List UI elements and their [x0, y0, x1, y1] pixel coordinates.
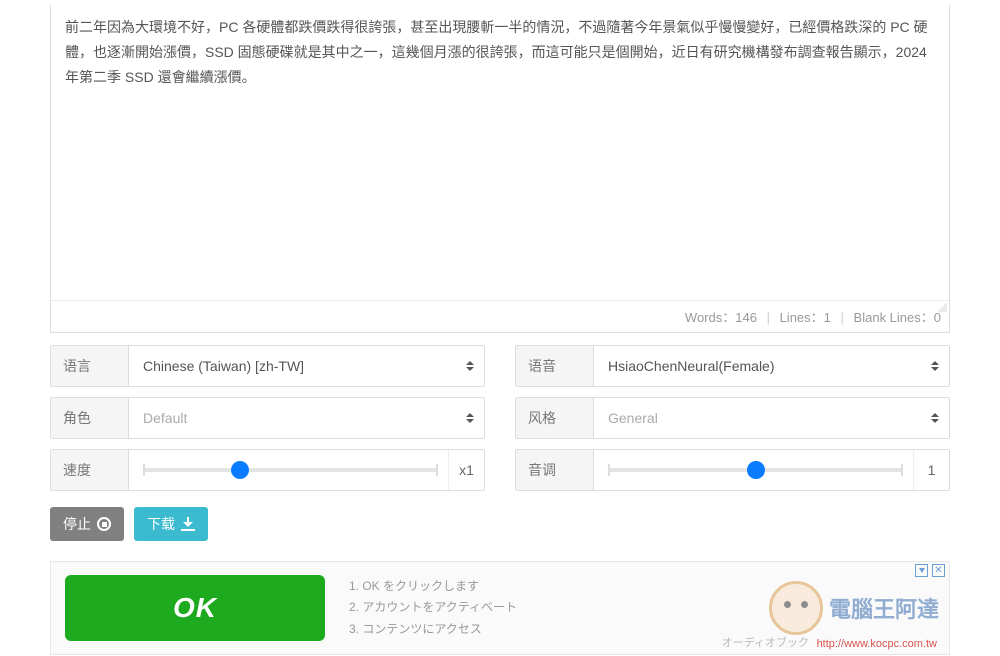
language-label: 语言	[51, 346, 129, 386]
role-label: 角色	[51, 398, 129, 438]
watermark-url: http://www.kocpc.com.tw	[817, 638, 937, 650]
speed-slider-thumb[interactable]	[231, 461, 249, 479]
role-select[interactable]: 角色 Default	[50, 397, 485, 439]
ad-close-icon[interactable]: ✕	[932, 564, 945, 577]
text-input[interactable]	[51, 5, 949, 295]
text-input-panel: Words：146 | Lines：1 | Blank Lines：0	[50, 5, 950, 333]
language-value: Chinese (Taiwan) [zh-TW]	[143, 358, 304, 374]
voice-value: HsiaoChenNeural(Female)	[608, 358, 775, 374]
voice-select[interactable]: 语音 HsiaoChenNeural(Female)	[515, 345, 950, 387]
ad-footer-text: オーディオブック	[722, 634, 809, 650]
lines-label: Lines：	[780, 310, 824, 325]
stop-icon	[97, 517, 111, 531]
chevron-updown-icon	[466, 361, 474, 371]
speed-slider-row: 速度 x1	[50, 449, 485, 491]
style-value: General	[608, 410, 658, 426]
words-label: Words：	[685, 310, 735, 325]
speed-label: 速度	[51, 450, 129, 490]
ad-step-3: 3. コンテンツにアクセス	[349, 619, 517, 641]
lines-value: 1	[824, 310, 831, 325]
resize-handle-icon[interactable]	[937, 302, 947, 312]
download-label: 下载	[147, 514, 175, 534]
chevron-updown-icon	[466, 413, 474, 423]
style-label: 风格	[516, 398, 594, 438]
words-value: 146	[735, 310, 757, 325]
mascot-icon	[769, 581, 823, 635]
ad-controls: ✕	[915, 564, 945, 577]
ad-step-2: 2. アカウントをアクティベート	[349, 597, 517, 619]
ad-banner: OK 1. OK をクリックします 2. アカウントをアクティベート 3. コン…	[50, 561, 950, 655]
download-button[interactable]: 下载	[134, 507, 208, 541]
pitch-slider-thumb[interactable]	[747, 461, 765, 479]
watermark-brand: 電腦王阿達	[829, 592, 939, 624]
chevron-updown-icon	[931, 413, 939, 423]
ad-step-1: 1. OK をクリックします	[349, 576, 517, 598]
text-stats: Words：146 | Lines：1 | Blank Lines：0	[51, 300, 949, 332]
pitch-label: 音调	[516, 450, 594, 490]
ad-ok-button[interactable]: OK	[65, 575, 325, 641]
chevron-updown-icon	[931, 361, 939, 371]
blank-lines-label: Blank Lines：	[854, 310, 934, 325]
pitch-slider[interactable]	[608, 468, 903, 472]
speed-slider[interactable]	[143, 468, 438, 472]
download-icon	[181, 517, 195, 531]
pitch-value: 1	[913, 450, 949, 490]
watermark-logo: 電腦王阿達	[769, 581, 939, 635]
style-select[interactable]: 风格 General	[515, 397, 950, 439]
ad-steps: 1. OK をクリックします 2. アカウントをアクティベート 3. コンテンツ…	[349, 576, 517, 641]
stop-button[interactable]: 停止	[50, 507, 124, 541]
blank-lines-value: 0	[934, 310, 941, 325]
stop-label: 停止	[63, 514, 91, 534]
language-select[interactable]: 语言 Chinese (Taiwan) [zh-TW]	[50, 345, 485, 387]
ad-info-icon[interactable]	[915, 564, 928, 577]
role-value: Default	[143, 410, 187, 426]
speed-value: x1	[448, 450, 484, 490]
pitch-slider-row: 音调 1	[515, 449, 950, 491]
voice-label: 语音	[516, 346, 594, 386]
